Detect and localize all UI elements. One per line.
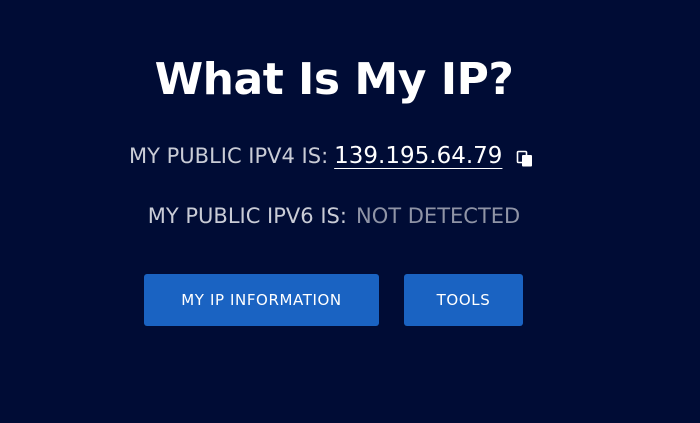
ipv4-label: MY PUBLIC IPV4 IS: — [129, 144, 329, 168]
my-ip-information-button[interactable]: MY IP INFORMATION — [144, 274, 379, 326]
ipv6-row: MY PUBLIC IPV6 IS: NOT DETECTED — [0, 204, 668, 236]
ipv6-label: MY PUBLIC IPV6 IS: — [147, 204, 347, 228]
page-title: What Is My IP? — [154, 54, 514, 105]
ipv4-row: MY PUBLIC IPV4 IS: 139.195.64.79 — [129, 139, 534, 173]
ipv4-address-link[interactable]: 139.195.64.79 — [334, 143, 502, 169]
copy-icon[interactable] — [516, 150, 534, 168]
ipv6-value: NOT DETECTED — [356, 204, 521, 228]
page: What Is My IP? MY PUBLIC IPV4 IS: 139.19… — [0, 0, 700, 423]
tools-button[interactable]: TOOLS — [404, 274, 523, 326]
